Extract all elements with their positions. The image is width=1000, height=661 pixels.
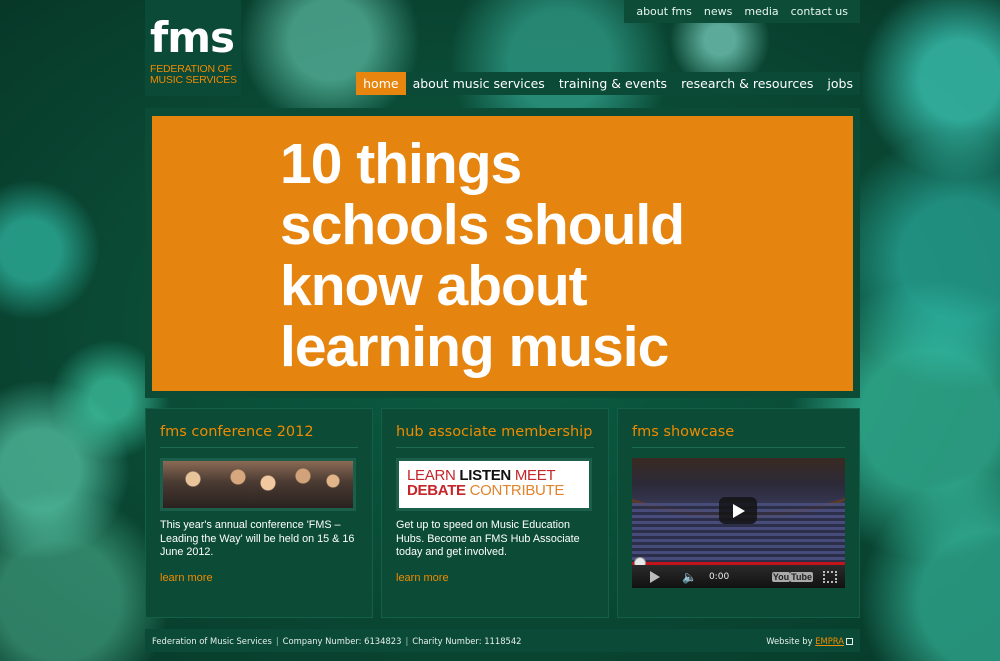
logo-subtitle: FEDERATION OF MUSIC SERVICES — [150, 64, 237, 86]
nav-training-events[interactable]: training & events — [552, 72, 674, 95]
conference-title[interactable]: fms conference 2012 — [160, 424, 358, 448]
footer-separator: | — [275, 635, 279, 646]
hero-line: know about — [280, 254, 588, 318]
footer: Federation of Music Services | Company N… — [145, 629, 860, 652]
main-nav: home about music services training & eve… — [356, 72, 860, 95]
hub-title[interactable]: hub associate membership — [396, 424, 594, 448]
footer-credit-link[interactable]: EMPRA — [815, 636, 844, 646]
footer-separator: | — [405, 635, 409, 646]
video-time: 0:00 — [708, 571, 730, 582]
hub-banner-image[interactable]: LEARN LISTEN MEET DEBATE CONTRIBUTE — [396, 458, 592, 511]
util-link-media[interactable]: media — [744, 5, 778, 18]
hub-word-contribute: CONTRIBUTE — [469, 482, 565, 499]
hero-headline: 10 things schools should know about lear… — [280, 134, 840, 378]
hero-line: 10 things — [280, 132, 522, 196]
footer-charity-number: Charity Number: 1118542 — [412, 635, 522, 646]
external-link-icon — [846, 637, 853, 645]
fullscreen-icon[interactable] — [823, 570, 837, 583]
hero-line: schools should — [280, 193, 685, 257]
nav-about-music-services[interactable]: about music services — [406, 72, 552, 95]
volume-icon[interactable]: 🔈 — [682, 570, 697, 584]
video-controls: 🔈 0:00 You Tube — [632, 565, 845, 588]
util-link-about-fms[interactable]: about fms — [636, 5, 692, 18]
nav-home[interactable]: home — [356, 72, 406, 95]
util-link-news[interactable]: news — [704, 5, 732, 18]
video-thumbnail[interactable] — [632, 458, 845, 562]
fms-logo[interactable]: fms FEDERATION OF MUSIC SERVICES — [145, 0, 241, 96]
footer-credit: Website by EMPRA — [766, 636, 853, 646]
hero-panel[interactable]: 10 things schools should know about lear… — [152, 116, 853, 391]
youtube-logo-tube: Tube — [790, 571, 813, 582]
logo-mark: fms — [150, 13, 235, 62]
hub-box: hub associate membership LEARN LISTEN ME… — [381, 408, 609, 618]
nav-jobs[interactable]: jobs — [820, 72, 860, 95]
footer-credit-prefix: Website by — [766, 635, 813, 646]
showcase-title[interactable]: fms showcase — [632, 424, 845, 448]
hub-banner: LEARN LISTEN MEET DEBATE CONTRIBUTE — [399, 461, 589, 508]
conference-photo-image — [163, 461, 353, 508]
conference-text: This year's annual conference 'FMS – Lea… — [160, 519, 355, 558]
footer-org: Federation of Music Services — [152, 635, 272, 646]
conference-photo[interactable] — [160, 458, 356, 511]
hub-learn-more-link[interactable]: learn more — [396, 572, 449, 584]
conference-learn-more-link[interactable]: learn more — [160, 572, 213, 584]
showcase-video-player[interactable]: 🔈 0:00 You Tube — [632, 458, 845, 588]
util-link-contact-us[interactable]: contact us — [791, 5, 848, 18]
page: fms FEDERATION OF MUSIC SERVICES about f… — [145, 0, 860, 661]
hero-line: learning music — [280, 315, 669, 379]
footer-company-number: Company Number: 6134823 — [282, 635, 402, 646]
nav-research-resources[interactable]: research & resources — [674, 72, 820, 95]
hero-banner: 10 things schools should know about lear… — [145, 108, 860, 398]
control-play-icon[interactable] — [650, 570, 660, 583]
logo-line-2: MUSIC SERVICES — [150, 74, 237, 86]
utility-nav: about fms news media contact us — [624, 0, 860, 23]
showcase-box: fms showcase 🔈 0:00 You Tube — [617, 408, 860, 618]
youtube-logo-icon[interactable]: You Tube — [771, 571, 813, 582]
video-play-icon[interactable] — [719, 497, 757, 524]
youtube-logo-you: You — [771, 571, 791, 582]
hub-text: Get up to speed on Music Education Hubs.… — [396, 519, 580, 558]
conference-box: fms conference 2012 This year's annual c… — [145, 408, 373, 618]
hub-word-debate: DEBATE — [407, 482, 466, 499]
